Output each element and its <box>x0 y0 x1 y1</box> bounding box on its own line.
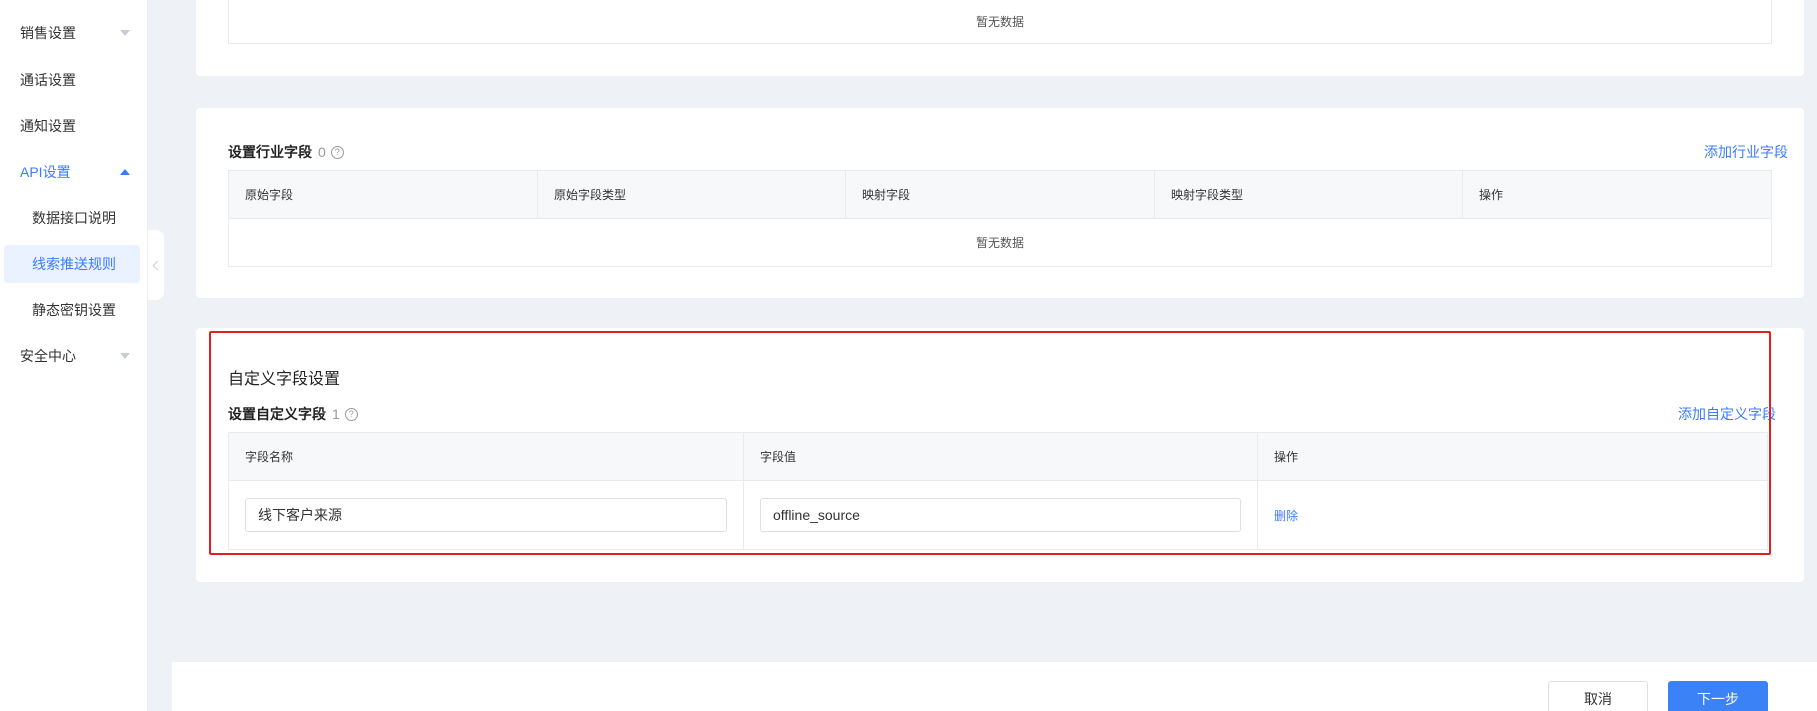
sidebar-item-call-settings[interactable]: 通话设置 <box>0 60 148 100</box>
table-header: 字段名称 字段值 操作 <box>229 433 1767 481</box>
custom-fields-card: 自定义字段设置 设置自定义字段 1 ? 添加自定义字段 字段名称 字段值 操作 … <box>196 328 1804 582</box>
field-count: 0 <box>318 144 326 160</box>
chevron-up-icon <box>120 169 130 175</box>
sidebar-item-label: API设置 <box>20 164 71 180</box>
sidebar-item-sales-settings[interactable]: 销售设置 <box>0 13 148 53</box>
sidebar-collapse-handle[interactable] <box>148 230 164 300</box>
column-header: 操作 <box>1274 450 1299 464</box>
column-header: 映射字段 <box>846 171 1155 218</box>
sidebar-item-label: 销售设置 <box>20 25 76 41</box>
top-table: 暂无数据 <box>228 0 1772 44</box>
add-industry-field-link[interactable]: 添加行业字段 <box>1704 142 1788 162</box>
sidebar-item-lead-push-rules[interactable]: 线索推送规则 <box>4 245 140 283</box>
top-card: 暂无数据 <box>196 0 1804 76</box>
next-step-button[interactable]: 下一步 <box>1668 681 1768 711</box>
column-header: 原始字段类型 <box>538 171 846 218</box>
action-cell: 删除 <box>1258 481 1767 549</box>
sidebar: 销售设置 通话设置 通知设置 API设置 数据接口说明 线索推送规则 静态密钥设… <box>0 0 148 711</box>
industry-fields-table: 原始字段 原始字段类型 映射字段 映射字段类型 操作 暂无数据 <box>228 170 1772 267</box>
table-row: 删除 <box>229 481 1767 549</box>
chevron-left-icon <box>152 260 163 270</box>
field-name-input[interactable] <box>245 498 727 532</box>
sidebar-item-label: 通知设置 <box>20 118 76 134</box>
sidebar-item-api-settings[interactable]: API设置 <box>0 152 148 192</box>
column-header: 原始字段 <box>229 171 538 218</box>
sidebar-item-security-center[interactable]: 安全中心 <box>0 336 148 376</box>
empty-text: 暂无数据 <box>975 236 1024 250</box>
custom-fields-section-title: 自定义字段设置 <box>228 371 341 388</box>
column-header: 字段名称 <box>229 433 744 480</box>
sidebar-item-static-key[interactable]: 静态密钥设置 <box>4 291 140 329</box>
field-count: 1 <box>332 406 340 422</box>
custom-fields-table: 字段名称 字段值 操作 删除 <box>228 432 1768 550</box>
add-custom-field-link[interactable]: 添加自定义字段 <box>1678 404 1776 424</box>
sidebar-item-label: 静态密钥设置 <box>32 302 116 318</box>
cancel-button[interactable]: 取消 <box>1548 681 1648 711</box>
section-title-text: 设置行业字段 <box>228 144 312 160</box>
section-title-text: 设置自定义字段 <box>228 406 326 422</box>
footer-bar: 取消 下一步 <box>172 662 1817 711</box>
help-icon[interactable]: ? <box>344 407 358 421</box>
sidebar-item-label: 数据接口说明 <box>32 210 116 226</box>
table-header: 原始字段 原始字段类型 映射字段 映射字段类型 操作 <box>229 171 1771 219</box>
field-value-input[interactable] <box>760 498 1241 532</box>
sidebar-item-data-interface[interactable]: 数据接口说明 <box>4 199 140 237</box>
column-header: 操作 <box>1479 188 1504 202</box>
industry-fields-title: 设置行业字段 0 ? <box>228 142 344 162</box>
sidebar-item-notify-settings[interactable]: 通知设置 <box>0 106 148 146</box>
custom-fields-title: 设置自定义字段 1 ? <box>228 404 358 424</box>
column-header: 字段值 <box>744 433 1258 480</box>
sidebar-item-label: 通话设置 <box>20 72 76 88</box>
delete-link[interactable]: 删除 <box>1274 507 1298 524</box>
value-cell <box>744 481 1258 549</box>
chevron-down-icon <box>120 30 130 36</box>
chevron-down-icon <box>120 353 130 359</box>
sidebar-item-label: 安全中心 <box>20 348 76 364</box>
name-cell <box>229 481 744 549</box>
help-icon[interactable]: ? <box>330 145 344 159</box>
industry-fields-card: 设置行业字段 0 ? 添加行业字段 原始字段 原始字段类型 映射字段 映射字段类… <box>196 108 1804 298</box>
sidebar-item-label: 线索推送规则 <box>32 256 116 272</box>
column-header: 映射字段类型 <box>1155 171 1463 218</box>
empty-text: 暂无数据 <box>975 15 1024 29</box>
